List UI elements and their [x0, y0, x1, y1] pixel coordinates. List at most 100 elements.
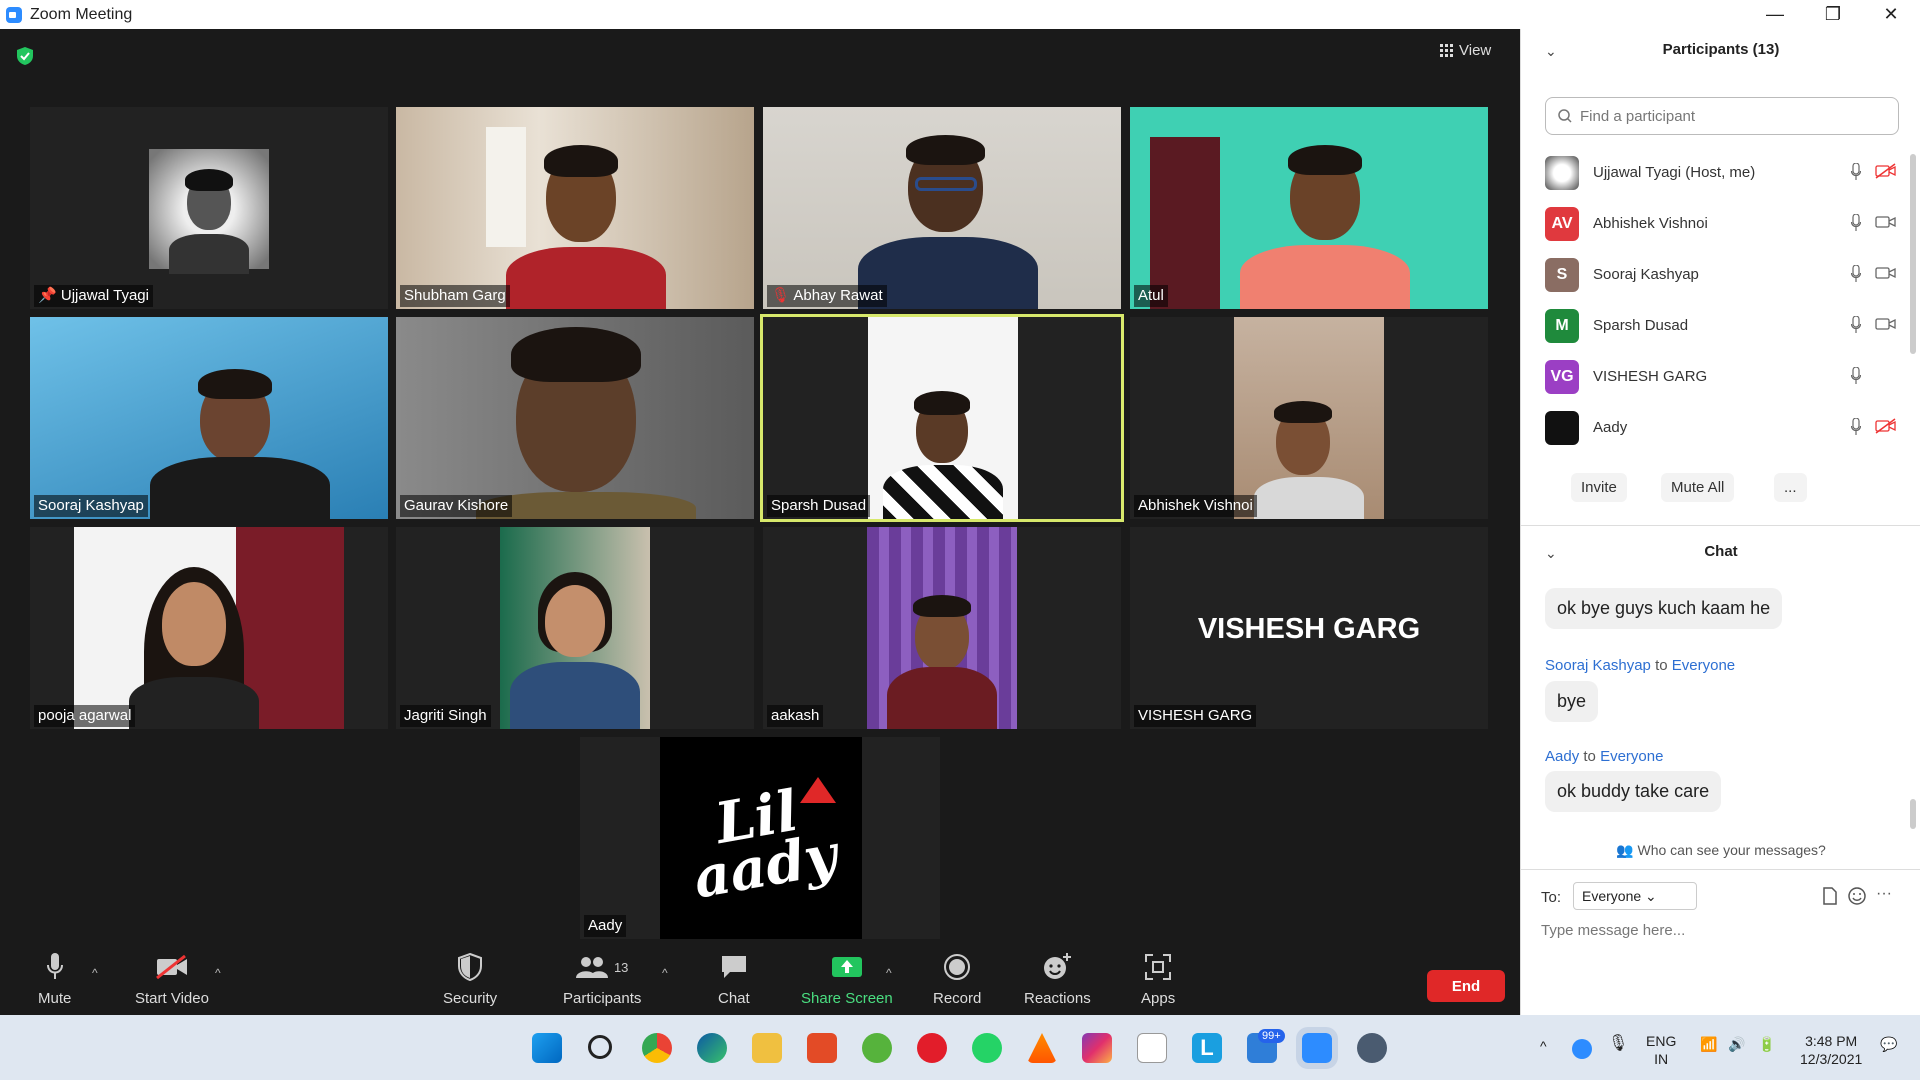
file-explorer-icon[interactable] [752, 1033, 782, 1063]
recipient-dropdown[interactable]: Everyone ⌄ [1573, 882, 1697, 910]
close-button[interactable]: ✕ [1862, 0, 1920, 29]
linkedin-app-icon[interactable]: L [1192, 1033, 1222, 1063]
chat-message-bubble: ok buddy take care [1545, 771, 1722, 812]
settings-gear-icon[interactable] [1357, 1033, 1387, 1063]
video-options-caret-icon[interactable]: ^ [215, 966, 221, 980]
clock[interactable]: 3:48 PM 12/3/2021 [1800, 1032, 1862, 1068]
emoji-icon[interactable] [1848, 887, 1866, 905]
chat-message-sender[interactable]: Aady to Everyone [1545, 748, 1663, 765]
participant-row[interactable]: S Sooraj Kashyap [1521, 249, 1920, 300]
tray-app-icon[interactable] [1572, 1039, 1592, 1059]
notifications-icon[interactable]: 💬 [1880, 1035, 1897, 1053]
video-tile-sooraj[interactable]: Sooraj Kashyap [30, 317, 388, 519]
mute-all-button[interactable]: Mute All [1661, 473, 1735, 502]
more-chat-options-icon[interactable]: ··· [1876, 885, 1892, 903]
camera-feed [500, 527, 650, 729]
chat-scrollbar[interactable] [1910, 799, 1916, 829]
participant-name: Sooraj Kashyap [1593, 266, 1699, 283]
show-hidden-icons-caret[interactable]: ^ [1540, 1037, 1547, 1055]
participant-mic-icon[interactable] [1851, 163, 1861, 181]
video-tile-vishesh[interactable]: VISHESH GARG VISHESH GARG [1130, 527, 1488, 729]
file-attach-icon[interactable] [1823, 887, 1837, 905]
participant-row[interactable]: M Sparsh Dusad [1521, 300, 1920, 351]
more-options-button[interactable]: ... [1774, 473, 1807, 502]
to-label: To: [1541, 889, 1562, 906]
santa-hat-icon [800, 777, 836, 803]
participant-mic-icon[interactable] [1851, 265, 1861, 283]
video-tile-jagriti[interactable]: Jagriti Singh [396, 527, 754, 729]
office-icon[interactable] [807, 1033, 837, 1063]
vlc-icon[interactable] [1027, 1033, 1057, 1063]
windows-start-icon[interactable] [532, 1033, 562, 1063]
volume-icon[interactable]: 🔊 [1728, 1035, 1745, 1053]
participant-video-icon[interactable] [1875, 265, 1897, 281]
chat-message-input[interactable]: Type message here... [1541, 922, 1685, 939]
edge-icon[interactable] [697, 1033, 727, 1063]
participant-mic-icon[interactable] [1851, 214, 1861, 232]
participant-avatar: AV [1545, 206, 1579, 241]
meeting-controls: Mute ^ Start Video ^ Security 13 Partici… [0, 940, 1520, 1015]
chat-panel-title: Chat [1704, 543, 1738, 560]
video-tile-aady[interactable]: Lil aady Aady [580, 737, 940, 939]
participant-row[interactable]: VG VISHESH GARG [1521, 351, 1920, 402]
participant-video-off-icon[interactable] [1875, 163, 1897, 179]
record-button[interactable]: Record [933, 952, 981, 1007]
end-meeting-button[interactable]: End [1427, 970, 1505, 1002]
notepad-icon[interactable] [1137, 1033, 1167, 1063]
apps-button[interactable]: Apps [1141, 952, 1175, 1007]
utorrent-icon[interactable] [862, 1033, 892, 1063]
participant-row[interactable]: AV Abhishek Vishnoi [1521, 198, 1920, 249]
participant-mic-icon[interactable] [1851, 367, 1861, 385]
invite-button[interactable]: Invite [1571, 473, 1627, 502]
tray-microphone-icon[interactable]: 🎙 [1608, 1035, 1628, 1053]
video-tile-sparsh[interactable]: Sparsh Dusad [760, 314, 1124, 522]
opera-icon[interactable] [917, 1033, 947, 1063]
tile-name: Sooraj Kashyap [34, 495, 148, 517]
video-tile-ujjawal[interactable]: 📌 Ujjawal Tyagi [30, 107, 388, 309]
restore-button[interactable]: ❐ [1804, 0, 1862, 29]
video-tile-pooja[interactable]: pooja agarwal [30, 527, 388, 729]
participant-mic-icon[interactable] [1851, 316, 1861, 334]
video-tile-shubham[interactable]: Shubham Garg [396, 107, 754, 309]
participant-video-icon[interactable] [1875, 316, 1897, 332]
participant-video-icon[interactable] [1875, 214, 1897, 230]
audio-options-caret-icon[interactable]: ^ [92, 966, 98, 980]
reactions-button[interactable]: Reactions [1024, 952, 1091, 1007]
wifi-icon[interactable]: 📶 [1700, 1035, 1717, 1053]
video-tile-abhishek[interactable]: Abhishek Vishnoi [1130, 317, 1488, 519]
minimize-button[interactable]: — [1746, 0, 1804, 29]
encryption-shield-icon[interactable] [16, 46, 34, 66]
participant-list-scrollbar[interactable] [1910, 154, 1916, 354]
who-can-see-link[interactable]: 👥 Who can see your messages? [1521, 842, 1920, 859]
participants-options-caret-icon[interactable]: ^ [662, 966, 668, 980]
participants-label: Participants [563, 990, 642, 1007]
view-button[interactable]: View [1440, 42, 1491, 59]
participants-icon [575, 957, 608, 978]
participant-row[interactable]: Ujjawal Tyagi (Host, me) [1521, 147, 1920, 198]
participants-button[interactable]: 13 Participants [563, 952, 641, 1007]
chrome-icon[interactable] [642, 1033, 672, 1063]
search-taskbar-icon[interactable] [588, 1035, 612, 1059]
mute-button[interactable]: Mute [38, 952, 71, 1007]
participant-search-input[interactable]: Find a participant [1545, 97, 1899, 135]
chat-button[interactable]: Chat [718, 952, 750, 1007]
participant-row[interactable]: Aady [1521, 402, 1920, 453]
share-screen-button[interactable]: Share Screen [801, 952, 893, 1007]
start-video-button[interactable]: Start Video [135, 952, 209, 1007]
participant-mic-icon[interactable] [1851, 418, 1861, 436]
whatsapp-icon[interactable] [972, 1033, 1002, 1063]
battery-icon[interactable]: 🔋 [1758, 1035, 1775, 1053]
chat-message-sender[interactable]: Sooraj Kashyap to Everyone [1545, 657, 1735, 674]
instagram-icon[interactable] [1082, 1033, 1112, 1063]
record-label: Record [933, 990, 982, 1007]
share-options-caret-icon[interactable]: ^ [886, 966, 892, 980]
camera-feed [1234, 317, 1384, 519]
video-tile-aakash[interactable]: aakash [763, 527, 1121, 729]
security-button[interactable]: Security [443, 952, 497, 1007]
video-tile-gaurav[interactable]: Gaurav Kishore [396, 317, 754, 519]
zoom-taskbar-icon[interactable] [1296, 1027, 1338, 1069]
video-tile-atul[interactable]: Atul [1130, 107, 1488, 309]
video-tile-abhay[interactable]: 🎙 Abhay Rawat [763, 107, 1121, 309]
participant-video-off-icon[interactable] [1875, 418, 1897, 434]
language-indicator[interactable]: ENG IN [1646, 1032, 1676, 1068]
